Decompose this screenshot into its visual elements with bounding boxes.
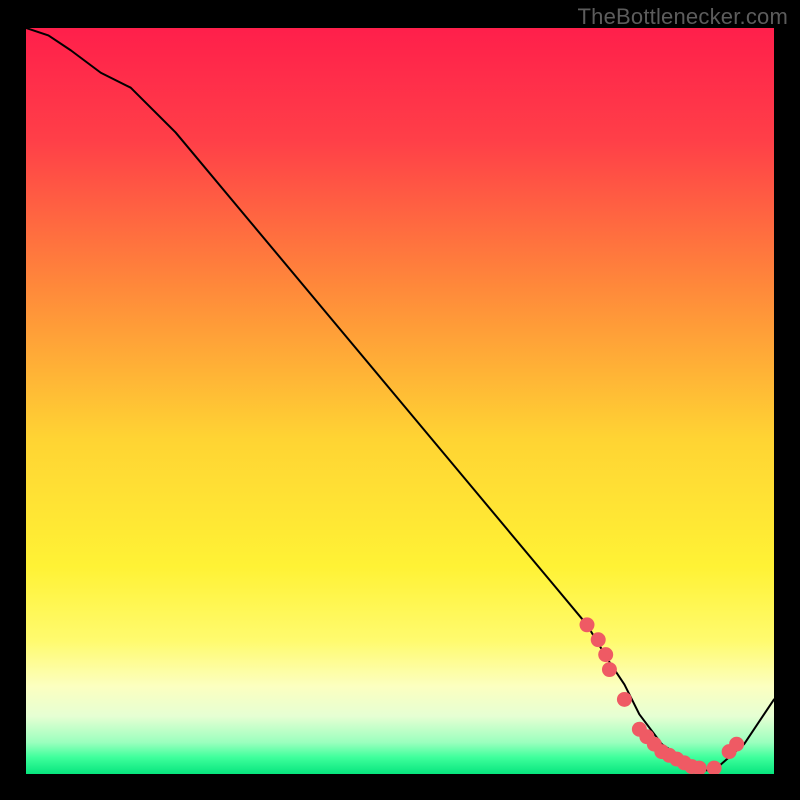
highlight-dot [598,647,613,662]
plot-frame [24,26,776,776]
curve-line [26,28,774,770]
bottleneck-curve [26,28,774,774]
highlight-dot [729,737,744,752]
highlight-dot [580,617,595,632]
marker-group [580,617,745,774]
highlight-dot [591,632,606,647]
chart-stage: TheBottlenecker.com [0,0,800,800]
highlight-dot [602,662,617,677]
highlight-dot [617,692,632,707]
highlight-dot [707,761,722,774]
